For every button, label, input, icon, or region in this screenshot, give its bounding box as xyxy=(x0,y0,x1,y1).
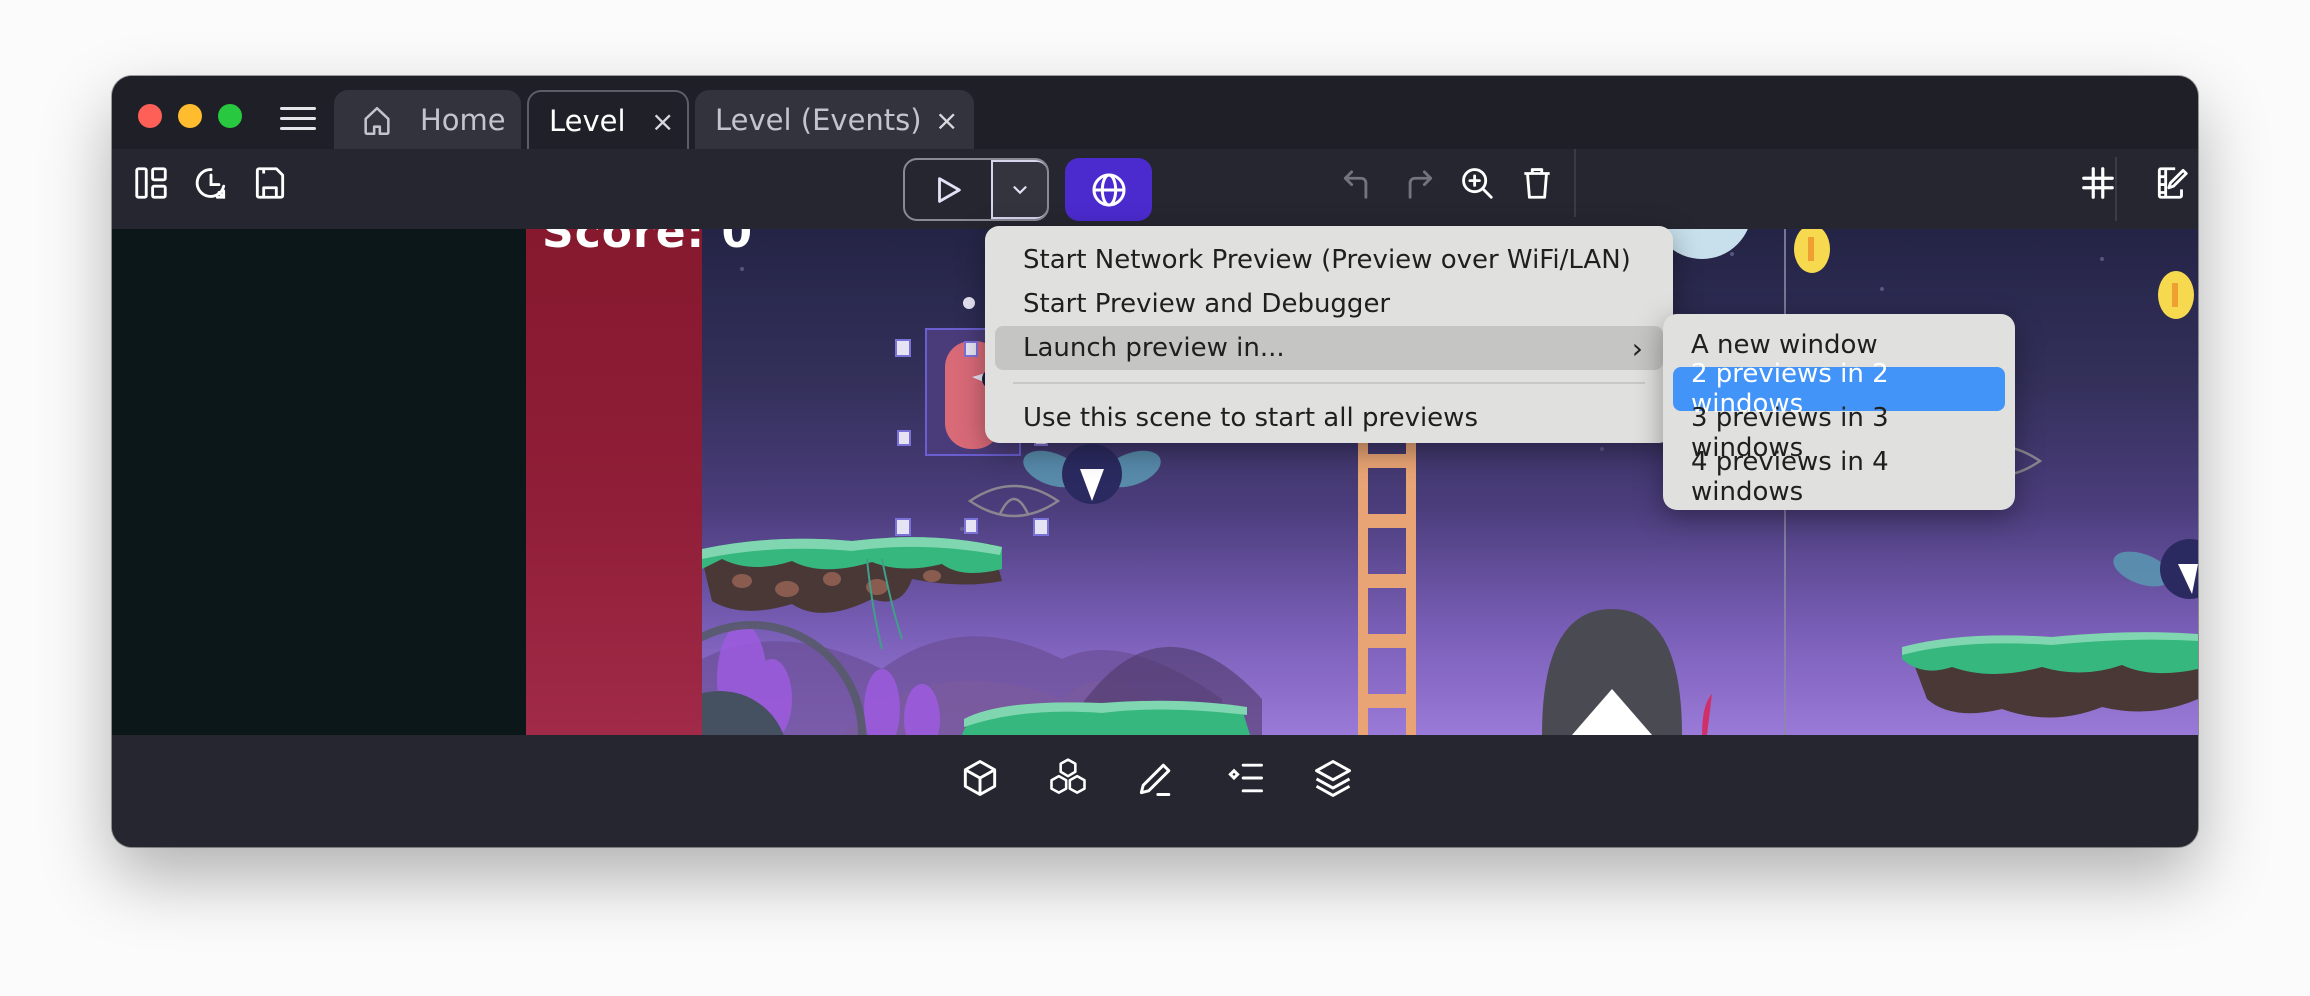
history-button[interactable] xyxy=(191,163,231,203)
toolbar-divider xyxy=(1574,149,1576,217)
undo-button[interactable] xyxy=(1338,163,1378,203)
toolbar-divider xyxy=(2115,157,2117,221)
redo-icon xyxy=(1408,170,1433,199)
background-red-layer xyxy=(526,229,702,735)
grid-icon xyxy=(2082,167,2114,199)
object-icon xyxy=(963,760,997,796)
home-icon xyxy=(360,104,394,145)
zoom-button[interactable] xyxy=(1457,163,1497,203)
menu-item-label: A new window xyxy=(1691,330,1878,360)
object-groups-icon xyxy=(1050,758,1086,794)
bottom-toolbar xyxy=(112,735,2198,847)
layers-icon xyxy=(1315,760,1351,797)
redo-button[interactable] xyxy=(1398,163,1438,203)
play-icon xyxy=(938,176,961,203)
save-icon xyxy=(255,167,285,199)
flying-enemy xyxy=(2113,539,2198,599)
menu-item-start-network-preview[interactable]: Start Network Preview (Preview over WiFi… xyxy=(995,238,1663,282)
tab-label: Home xyxy=(420,103,506,137)
chevron-right-icon: › xyxy=(1631,332,1643,365)
preview-options-dropdown[interactable] xyxy=(991,160,1047,219)
menu-item-label: Launch preview in... xyxy=(1023,333,1285,363)
menu-item-start-preview-debugger[interactable]: Start Preview and Debugger xyxy=(995,282,1663,326)
delete-button[interactable] xyxy=(1517,163,1557,203)
layers-panel-button[interactable] xyxy=(1310,755,1356,801)
chevron-down-icon xyxy=(1013,185,1027,194)
preview-options-menu: Start Network Preview (Preview over WiFi… xyxy=(985,226,1673,443)
menu-item-label: 4 previews in 4 windows xyxy=(1691,447,1889,507)
layout-panels-button[interactable] xyxy=(131,163,171,203)
minimize-window-button[interactable] xyxy=(178,104,202,128)
zoom-in-icon xyxy=(1462,168,1493,199)
submenu-item-4-previews[interactable]: 4 previews in 4 windows xyxy=(1673,447,2005,507)
close-window-button[interactable] xyxy=(138,104,162,128)
tab-label: Level (Events) xyxy=(715,103,922,137)
launch-preview-submenu: A new window 2 previews in 2 windows 3 p… xyxy=(1663,314,2015,510)
menu-item-label: Use this scene to start all previews xyxy=(1023,403,1478,433)
menu-divider xyxy=(1013,382,1645,384)
undo-icon xyxy=(1343,170,1368,199)
properties-pencil-icon xyxy=(1139,763,1171,796)
hamburger-icon-bar xyxy=(280,117,316,120)
menu-item-use-scene-start-all[interactable]: Use this scene to start all previews xyxy=(995,396,1663,440)
menu-item-label: Start Preview and Debugger xyxy=(1023,289,1391,319)
tab-level[interactable]: Level × xyxy=(527,90,689,150)
maximize-window-button[interactable] xyxy=(218,104,242,128)
offscreen-area xyxy=(112,229,526,735)
grid-toggle-button[interactable] xyxy=(2078,163,2118,203)
edit-properties-button[interactable] xyxy=(2152,163,2192,203)
network-preview-button[interactable] xyxy=(1065,158,1152,221)
close-tab-icon[interactable]: × xyxy=(651,105,674,138)
rotation-handle xyxy=(963,297,975,309)
scene-toolbar xyxy=(112,149,2198,229)
layout-panels-icon xyxy=(135,167,167,199)
close-tab-icon[interactable]: × xyxy=(935,104,958,137)
save-button[interactable] xyxy=(250,163,290,203)
coins xyxy=(1794,229,2194,319)
object-groups-panel-button[interactable] xyxy=(1045,755,1091,801)
hamburger-icon-bar xyxy=(280,127,316,130)
menu-item-launch-preview-in[interactable]: Launch preview in... › xyxy=(995,326,1663,370)
instances-list-panel-button[interactable] xyxy=(1222,755,1268,801)
instances-list-icon xyxy=(1228,763,1263,793)
tab-label: Level xyxy=(549,104,626,138)
play-preview-button[interactable] xyxy=(905,160,991,219)
preview-button-group xyxy=(903,158,1049,221)
main-menu-button[interactable] xyxy=(280,107,316,131)
history-icon xyxy=(195,168,226,199)
objects-panel-button[interactable] xyxy=(957,755,1003,801)
edit-properties-icon xyxy=(2157,167,2188,199)
globe-icon xyxy=(1092,173,1125,206)
score-text: Score: 0 xyxy=(542,229,754,258)
menu-item-label: Start Network Preview (Preview over WiFi… xyxy=(1023,245,1631,275)
title-bar: Home Level × Level (Events) × xyxy=(112,76,2198,150)
trash-icon xyxy=(1524,168,1550,199)
tab-level-events[interactable]: Level (Events) × xyxy=(695,90,974,150)
flying-enemy xyxy=(1023,444,1161,504)
properties-panel-button[interactable] xyxy=(1133,755,1179,801)
tab-home[interactable]: Home xyxy=(334,90,521,150)
hamburger-icon xyxy=(280,107,316,110)
